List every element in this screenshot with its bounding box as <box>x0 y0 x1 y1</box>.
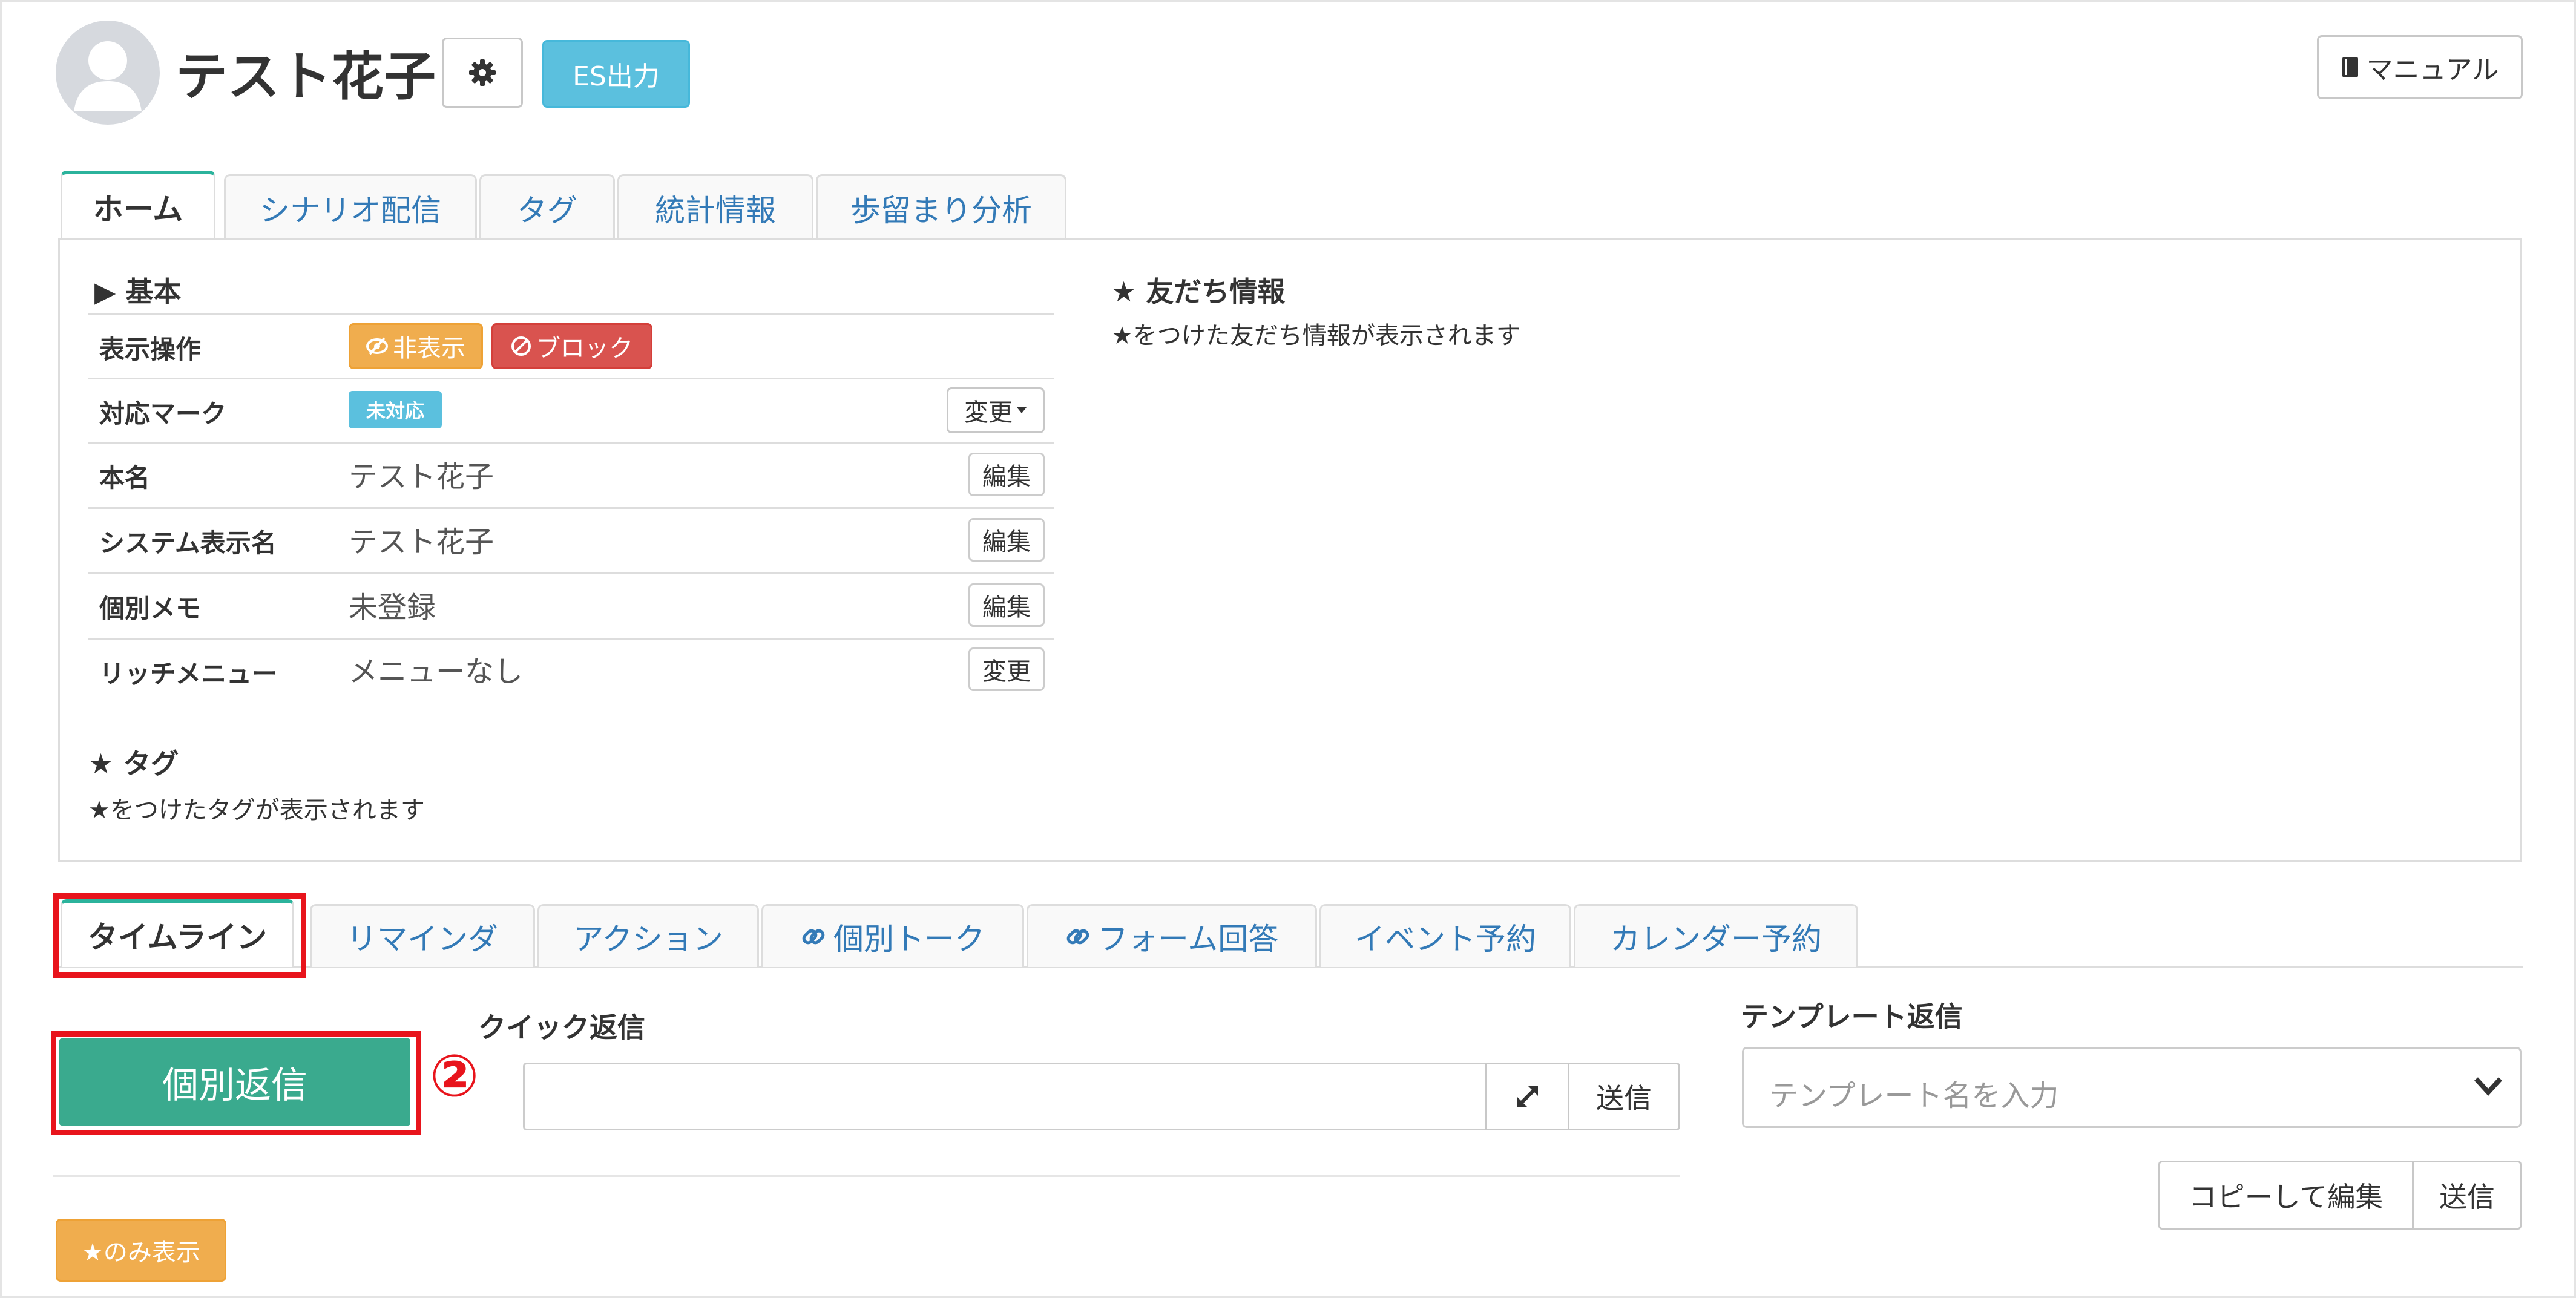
row-label-richmenu: リッチメニュー <box>99 659 278 689</box>
change-richmenu-button[interactable]: 変更 <box>968 647 1045 691</box>
tab-calendar-booking[interactable]: カレンダー予約 <box>1574 904 1858 967</box>
tab-scenario[interactable]: シナリオ配信 <box>224 174 477 240</box>
richmenu-value: メニューなし <box>349 655 524 689</box>
row-label-system-name: システム表示名 <box>99 528 277 558</box>
status-badge: 未対応 <box>349 391 442 428</box>
tags-title: ★ タグ <box>88 747 179 780</box>
tab-stats[interactable]: 統計情報 <box>617 174 813 240</box>
settings-button[interactable] <box>442 38 523 108</box>
link-icon <box>1065 924 1091 949</box>
block-button[interactable]: ブロック <box>491 323 652 369</box>
realname-value: テスト花子 <box>349 460 494 494</box>
row-label-memo: 個別メモ <box>99 594 202 623</box>
link-icon <box>801 924 826 949</box>
expand-button[interactable] <box>1485 1063 1570 1130</box>
tab-home[interactable]: ホーム <box>61 171 215 240</box>
tags-note: ★をつけたタグが表示されます <box>88 796 425 824</box>
tab-form-answers-label: フォーム回答 <box>1097 921 1279 957</box>
es-export-button[interactable]: ES出力 <box>542 40 690 108</box>
edit-realname-button[interactable]: 編集 <box>968 453 1045 496</box>
highlight-individual-reply <box>51 1031 421 1135</box>
divider <box>88 507 1054 509</box>
divider <box>88 378 1054 379</box>
row-label-mark: 対応マーク <box>99 399 227 428</box>
change-mark-label: 変更 <box>964 399 1013 427</box>
hide-button[interactable]: 非表示 <box>349 323 483 369</box>
divider <box>88 638 1054 640</box>
edit-system-name-button[interactable]: 編集 <box>968 518 1045 562</box>
system-name-value: テスト花子 <box>349 525 494 559</box>
copy-edit-button[interactable]: コピーして編集 <box>2158 1161 2414 1230</box>
block-button-label: ブロック <box>536 335 633 362</box>
friend-info-title: ★ 友だち情報 <box>1111 275 1286 308</box>
highlight-timeline <box>53 893 306 978</box>
template-select[interactable]: テンプレート名を入力 <box>1742 1047 2522 1128</box>
divider <box>53 1175 1680 1177</box>
tab-individual-talk[interactable]: 個別トーク <box>761 904 1024 967</box>
step-annotation: ② <box>430 1042 479 1110</box>
quick-reply-input[interactable] <box>523 1063 1487 1130</box>
quick-reply-title: クイック返信 <box>478 1011 645 1044</box>
change-mark-button[interactable]: 変更 <box>947 387 1045 433</box>
tab-tags[interactable]: タグ <box>479 174 615 240</box>
quick-send-button[interactable]: 送信 <box>1568 1063 1680 1130</box>
gear-icon <box>468 58 497 87</box>
ban-icon <box>511 336 531 356</box>
basic-title: ▶ 基本 <box>94 275 182 308</box>
tab-funnel[interactable]: 歩留まり分析 <box>816 174 1066 240</box>
manual-label: マニュアル <box>2366 54 2499 85</box>
divider <box>88 572 1054 574</box>
star-only-button[interactable]: ★のみ表示 <box>56 1219 226 1282</box>
tab-individual-talk-label: 個別トーク <box>833 921 985 957</box>
expand-icon <box>1513 1081 1543 1112</box>
tab-remind[interactable]: リマインダ <box>310 904 535 967</box>
user-name: テスト花子 <box>176 47 436 107</box>
friend-info-note: ★をつけた友だち情報が表示されます <box>1111 322 1520 350</box>
manual-button[interactable]: マニュアル <box>2317 35 2523 99</box>
template-placeholder: テンプレート名を入力 <box>1769 1079 2059 1113</box>
template-send-button[interactable]: 送信 <box>2413 1161 2522 1230</box>
memo-value: 未登録 <box>349 591 436 624</box>
template-reply-title: テンプレート返信 <box>1741 1000 1963 1033</box>
tab-action[interactable]: アクション <box>537 904 759 967</box>
divider <box>88 442 1054 444</box>
divider <box>88 313 1054 315</box>
chevron-down-icon <box>2474 1074 2503 1098</box>
avatar <box>56 21 160 125</box>
row-label-display: 表示操作 <box>99 335 202 364</box>
edit-memo-button[interactable]: 編集 <box>968 583 1045 627</box>
caret-down-icon <box>1016 407 1027 414</box>
tab-event-booking[interactable]: イベント予約 <box>1319 904 1571 967</box>
row-label-realname: 本名 <box>99 463 151 493</box>
page: テスト花子 ES出力 マニュアル ホーム シナリオ配信 タグ 統計情報 歩留まり… <box>0 0 2576 1298</box>
book-icon <box>2341 56 2359 79</box>
hide-button-label: 非表示 <box>393 335 465 362</box>
tab-form-answers[interactable]: フォーム回答 <box>1027 904 1317 967</box>
eye-slash-icon <box>366 337 388 355</box>
